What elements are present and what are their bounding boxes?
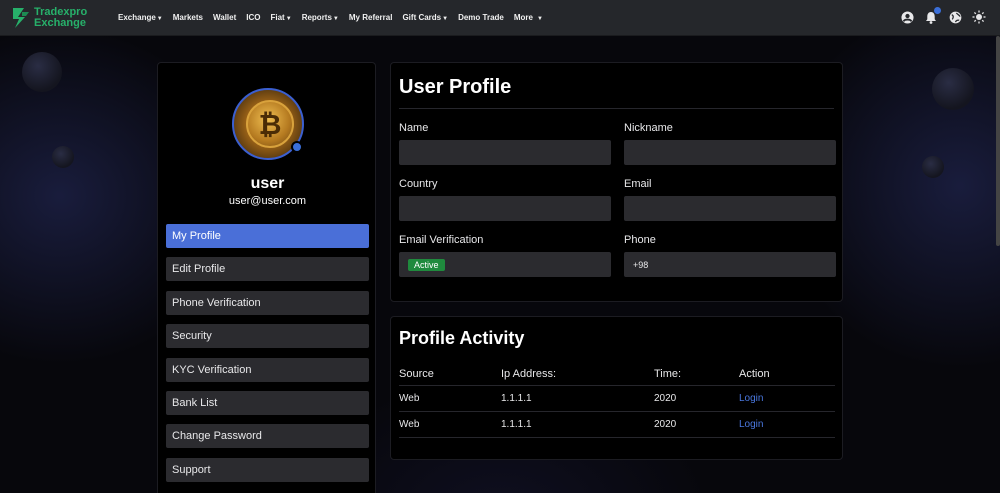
brand-line1: Tradexpro: [34, 5, 88, 18]
bell-icon[interactable]: [924, 7, 941, 24]
cell-action: Login: [739, 411, 835, 438]
notification-badge: [934, 7, 941, 14]
table-row: Web 1.1.1.1 2020 Login: [399, 411, 835, 438]
nav-more-label: More: [513, 13, 533, 22]
nav-fiat-label: Fiat: [270, 13, 285, 22]
user-profile-card: User Profile Name Nickname Country Email…: [390, 62, 843, 302]
caret-down-icon: ▼: [285, 16, 292, 22]
nickname-field[interactable]: [624, 140, 836, 165]
nav-markets[interactable]: Markets: [168, 13, 208, 22]
brand-logo-icon: [13, 7, 29, 28]
brand-logo[interactable]: Tradexpro Exchange: [10, 6, 110, 30]
decorative-orb: [52, 146, 74, 168]
sidebar-item-kyc-verification[interactable]: KYC Verification: [166, 357, 369, 382]
name-field[interactable]: [399, 140, 611, 165]
caret-down-icon: ▼: [156, 16, 163, 22]
cell-time: 2020: [654, 385, 739, 412]
user-email: user@user.com: [228, 195, 307, 207]
column-header-action: Action: [739, 363, 835, 386]
nav-demo-trade[interactable]: Demo Trade: [453, 13, 509, 22]
cell-source: Web: [399, 411, 501, 438]
user-icon[interactable]: [900, 10, 914, 24]
activity-table: Source Ip Address: Time: Action Web 1.1.…: [399, 363, 835, 438]
main-menu: Exchange▼ Markets Wallet ICO Fiat▼ Repor…: [113, 13, 548, 22]
divider: [399, 108, 834, 109]
profile-activity-title: Profile Activity: [399, 328, 525, 348]
online-status-icon: [291, 141, 303, 153]
table-row: Web 1.1.1.1 2020 Login: [399, 385, 835, 412]
brand-name: Tradexpro Exchange: [34, 5, 88, 29]
column-header-time: Time:: [654, 363, 739, 386]
phone-field[interactable]: [624, 252, 836, 277]
brand-line2: Exchange: [34, 16, 86, 29]
nav-wallet[interactable]: Wallet: [208, 13, 241, 22]
nav-actions: [900, 7, 986, 24]
sidebar-item-phone-verification[interactable]: Phone Verification: [166, 290, 369, 315]
bitcoin-icon: ₿: [246, 100, 294, 148]
nav-fiat[interactable]: Fiat▼: [266, 13, 297, 22]
cell-time: 2020: [654, 411, 739, 438]
cell-ip: 1.1.1.1: [501, 385, 654, 412]
nav-markets-label: Markets: [172, 13, 203, 22]
email-verification-field: Active: [399, 252, 611, 277]
sun-icon[interactable]: [972, 10, 986, 24]
user-name: user: [250, 175, 285, 192]
status-badge: Active: [408, 259, 445, 271]
country-label: Country: [399, 178, 438, 190]
name-label: Name: [399, 122, 429, 134]
caret-down-icon: ▼: [537, 16, 543, 22]
email-field[interactable]: [624, 196, 836, 221]
top-navbar: Tradexpro Exchange Exchange▼ Markets Wal…: [0, 0, 1000, 36]
profile-sidebar-card: ₿ user user@user.com My Profile Edit Pro…: [157, 62, 376, 493]
nav-wallet-label: Wallet: [213, 13, 237, 22]
nav-more[interactable]: More ▼: [509, 13, 548, 22]
nav-exchange-label: Exchange: [118, 13, 156, 22]
table-header-row: Source Ip Address: Time: Action: [399, 363, 835, 386]
nav-demo-trade-label: Demo Trade: [458, 13, 504, 22]
globe-icon[interactable]: [948, 10, 962, 24]
login-link[interactable]: Login: [739, 419, 763, 430]
user-profile-title: User Profile: [399, 76, 512, 98]
decorative-orb: [22, 52, 62, 92]
decorative-orb: [932, 68, 974, 110]
caret-down-icon: ▼: [332, 16, 339, 22]
nav-gift-cards-label: Gift Cards: [402, 13, 442, 22]
sidebar-item-bank-list[interactable]: Bank List: [166, 390, 369, 415]
page-scrollbar[interactable]: [996, 36, 1000, 246]
decorative-orb: [922, 156, 944, 178]
cell-ip: 1.1.1.1: [501, 411, 654, 438]
nav-exchange[interactable]: Exchange▼: [113, 13, 168, 22]
phone-label: Phone: [624, 234, 656, 246]
country-field[interactable]: [399, 196, 611, 221]
column-header-source: Source: [399, 363, 501, 386]
email-label: Email: [624, 178, 652, 190]
nav-reports[interactable]: Reports▼: [297, 13, 344, 22]
nav-ico-label: ICO: [246, 13, 261, 22]
sidebar-item-support[interactable]: Support: [166, 457, 369, 482]
nav-my-referral-label: My Referral: [348, 13, 393, 22]
nav-gift-cards[interactable]: Gift Cards▼: [397, 13, 453, 22]
nav-ico[interactable]: ICO: [241, 13, 265, 22]
nickname-label: Nickname: [624, 122, 673, 134]
cell-action: Login: [739, 385, 835, 412]
profile-activity-card: Profile Activity Source Ip Address: Time…: [390, 316, 843, 460]
sidebar-item-security[interactable]: Security: [166, 324, 369, 349]
nav-my-referral[interactable]: My Referral: [344, 13, 398, 22]
login-link[interactable]: Login: [739, 393, 763, 404]
column-header-ip: Ip Address:: [501, 363, 654, 386]
cell-source: Web: [399, 385, 501, 412]
sidebar-item-my-profile[interactable]: My Profile: [166, 224, 369, 248]
sidebar-item-change-password[interactable]: Change Password: [166, 424, 369, 449]
email-verification-label: Email Verification: [399, 234, 484, 246]
sidebar-item-edit-profile[interactable]: Edit Profile: [166, 257, 369, 282]
nav-reports-label: Reports: [301, 13, 332, 22]
caret-down-icon: ▼: [442, 16, 449, 22]
profile-menu: My Profile Edit Profile Phone Verificati…: [166, 224, 369, 491]
